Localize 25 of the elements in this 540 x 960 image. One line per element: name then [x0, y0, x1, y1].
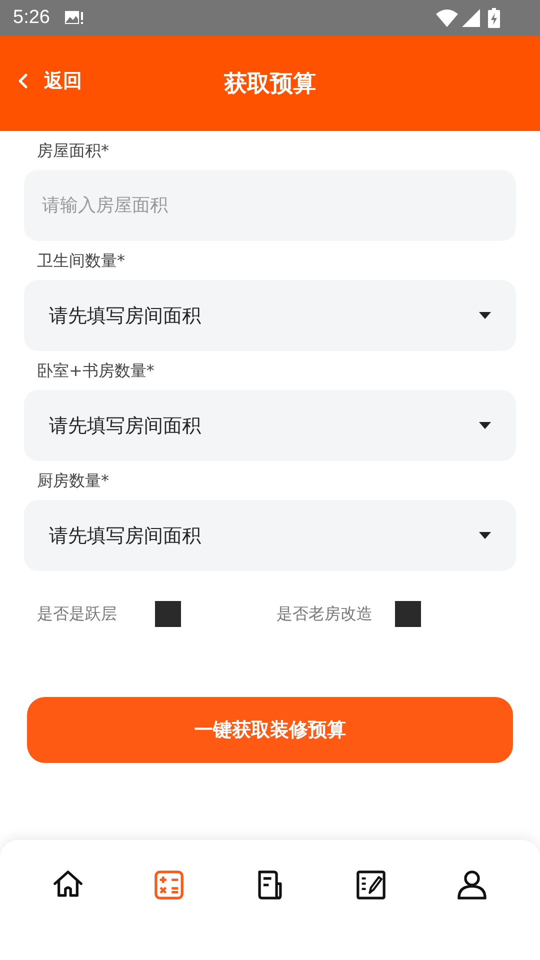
- field-label: 卫生间数量*: [36, 252, 126, 270]
- battery-icon: [488, 8, 500, 28]
- caret-icon: [479, 532, 491, 539]
- caret-icon: [479, 422, 491, 429]
- field-label: 厨房数量*: [36, 472, 110, 490]
- status-time: 5:26: [13, 7, 50, 29]
- signal-icon: [462, 9, 480, 27]
- profile-icon[interactable]: [454, 868, 489, 902]
- page-title: 获取预算: [224, 70, 316, 99]
- field-label: 卧室+书房数量*: [36, 362, 156, 380]
- checkbox-label: 是否老房改造: [276, 604, 374, 624]
- field-label: 房屋面积*: [36, 142, 110, 160]
- note-icon[interactable]: [354, 868, 388, 902]
- checkbox[interactable]: [155, 601, 181, 627]
- input-field[interactable]: 请输入房屋面积: [24, 170, 516, 241]
- checkbox-label: 是否是跃层: [37, 604, 118, 624]
- dropdown-field[interactable]: 请先填写房间面积: [24, 390, 516, 461]
- dropdown-field[interactable]: 请先填写房间面积: [24, 280, 516, 351]
- wifi-icon: [436, 9, 458, 27]
- dropdown-field[interactable]: 请先填写房间面积: [24, 500, 516, 571]
- checkbox[interactable]: [394, 601, 420, 627]
- back-chevron-icon: [18, 73, 28, 89]
- calculator-icon[interactable]: [152, 868, 186, 902]
- caret-icon: [479, 312, 491, 319]
- image-notification-icon: [64, 9, 84, 27]
